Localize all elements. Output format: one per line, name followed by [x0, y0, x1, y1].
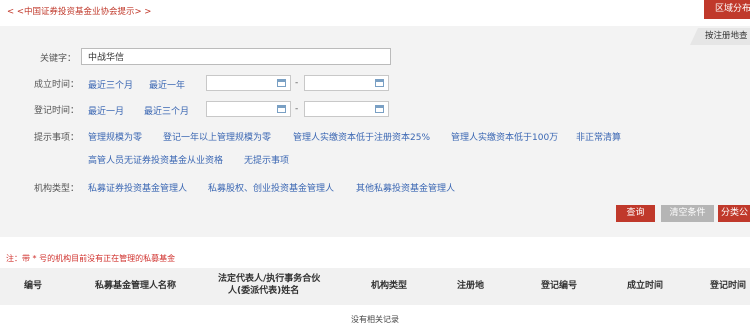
th-established-time[interactable]: 成立时间: [627, 281, 663, 292]
query-button[interactable]: 查询: [616, 205, 655, 222]
empty-records-text: 没有相关记录: [351, 315, 399, 324]
registered-end-date[interactable]: [304, 101, 389, 117]
org-type-label: 机构类型：: [34, 184, 80, 194]
established-end-date[interactable]: [304, 75, 389, 91]
th-registration-number[interactable]: 登记编号: [541, 281, 577, 292]
note-text: 注：带 * 号的机构目前没有正在管理的私募基金: [6, 254, 176, 263]
established-time-label: 成立时间：: [34, 80, 80, 90]
hint-paid-capital-below-25pct[interactable]: 管理人实缴资本低于注册资本25%: [293, 130, 430, 143]
tab-region-distribution[interactable]: 区域分布: [704, 0, 750, 19]
hint-paid-capital-below-1m[interactable]: 管理人实缴资本低于100万: [451, 130, 558, 143]
clear-conditions-button[interactable]: 清空条件: [661, 205, 714, 222]
calendar-icon[interactable]: [277, 105, 286, 113]
th-registration-place[interactable]: 注册地: [457, 281, 484, 292]
registered-last-month[interactable]: 最近一月: [88, 104, 124, 117]
org-type-other[interactable]: 其他私募投资基金管理人: [356, 181, 455, 194]
registration-time-label: 登记时间：: [34, 106, 80, 116]
date-separator: -: [295, 104, 299, 114]
calendar-icon[interactable]: [277, 79, 286, 87]
hint-zero-scale[interactable]: 管理规模为零: [88, 130, 142, 143]
established-last-year[interactable]: 最近一年: [149, 78, 185, 91]
hint-no-qualification[interactable]: 高管人员无证券投资基金从业资格: [88, 153, 223, 166]
registered-last-3-months[interactable]: 最近三个月: [144, 104, 189, 117]
date-separator: -: [295, 78, 299, 88]
hint-zero-scale-over-1-year[interactable]: 登记一年以上管理规模为零: [163, 130, 271, 143]
established-start-date[interactable]: [206, 75, 291, 91]
top-bar: < <中国证券投资基金业协会提示> >: [0, 0, 750, 20]
tab-by-registration[interactable]: 按注册地查: [690, 28, 750, 45]
hint-abnormal-liquidation[interactable]: 非正常清算: [576, 130, 621, 143]
keyword-label: 关键字：: [40, 54, 77, 64]
calendar-icon[interactable]: [375, 79, 384, 87]
table-header: 编号 私募基金管理人名称 法定代表人/执行事务合伙 人(委派代表)姓名 机构类型…: [0, 268, 750, 305]
th-legal-rep-line2[interactable]: 人(委派代表)姓名: [228, 286, 299, 297]
th-number[interactable]: 编号: [24, 281, 42, 292]
th-org-type[interactable]: 机构类型: [371, 281, 407, 292]
org-type-equity-vc[interactable]: 私募股权、创业投资基金管理人: [208, 181, 334, 194]
hint-none[interactable]: 无提示事项: [244, 153, 289, 166]
hints-label: 提示事项：: [34, 133, 80, 143]
th-legal-rep-line1[interactable]: 法定代表人/执行事务合伙: [218, 274, 320, 285]
category-publish-button[interactable]: 分类公: [718, 205, 750, 222]
org-type-securities[interactable]: 私募证券投资基金管理人: [88, 181, 187, 194]
association-hint-link[interactable]: < <中国证券投资基金业协会提示> >: [7, 5, 151, 17]
registered-start-date[interactable]: [206, 101, 291, 117]
keyword-input[interactable]: [81, 48, 391, 65]
th-manager-name[interactable]: 私募基金管理人名称: [95, 281, 176, 292]
th-registration-time[interactable]: 登记时间: [710, 281, 746, 292]
calendar-icon[interactable]: [375, 105, 384, 113]
established-last-3-months[interactable]: 最近三个月: [88, 78, 133, 91]
